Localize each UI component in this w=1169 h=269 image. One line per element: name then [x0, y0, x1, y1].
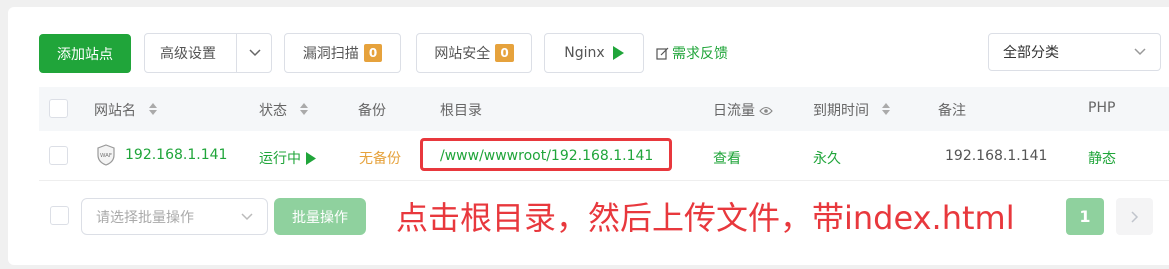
php-version-link[interactable]: 静态	[1088, 148, 1116, 168]
feedback-link[interactable]: 需求反馈	[656, 43, 728, 63]
column-header-backup: 备份	[358, 103, 386, 119]
batch-action-label: 批量操作	[292, 209, 348, 226]
vuln-scan-button[interactable]: 漏洞扫描 0	[284, 33, 401, 73]
table-header	[39, 87, 1169, 131]
waf-label: WAF	[100, 153, 112, 159]
add-site-label: 添加站点	[57, 46, 113, 63]
edit-icon	[656, 47, 669, 60]
batch-checkbox[interactable]	[50, 206, 69, 225]
status-toggle[interactable]: 运行中	[259, 148, 316, 168]
root-dir-link[interactable]: /www/wwwroot/192.168.1.141	[440, 148, 653, 164]
expire-link[interactable]: 永久	[813, 148, 841, 168]
chevron-down-icon	[241, 212, 253, 221]
category-select[interactable]: 全部分类	[988, 33, 1161, 71]
status-label: 运行中	[259, 151, 301, 167]
category-value: 全部分类	[1003, 45, 1059, 61]
waf-shield-icon: WAF	[96, 144, 116, 170]
add-site-button[interactable]: 添加站点	[39, 34, 131, 73]
next-page-button[interactable]	[1116, 198, 1153, 235]
column-header-label: 状态	[259, 103, 287, 119]
security-count-badge: 0	[495, 44, 514, 62]
column-header-traffic: 日流量	[713, 100, 774, 120]
feedback-label: 需求反馈	[672, 46, 728, 62]
annotation-text: 点击根目录，然后上传文件，带index.html	[396, 199, 1015, 237]
select-all-checkbox[interactable]	[49, 99, 68, 118]
traffic-view-link[interactable]: 查看	[713, 148, 741, 168]
column-header-label: 网站名	[94, 103, 136, 119]
sort-icon	[148, 102, 158, 120]
column-header-root: 根目录	[440, 103, 482, 119]
advanced-settings-label: 高级设置	[160, 46, 216, 62]
sort-icon	[881, 102, 891, 120]
column-header-label: 到期时间	[813, 103, 869, 119]
column-header-name[interactable]: 网站名	[94, 100, 158, 120]
chevron-down-icon	[1134, 48, 1146, 56]
batch-select-placeholder: 请选择批量操作	[96, 209, 194, 226]
page-number-current[interactable]: 1	[1066, 198, 1104, 235]
eye-icon[interactable]	[759, 106, 774, 116]
play-icon	[306, 151, 316, 165]
chevron-down-icon[interactable]	[237, 34, 272, 72]
sort-icon	[299, 102, 309, 120]
vuln-count-badge: 0	[363, 44, 383, 62]
site-name-link[interactable]: 192.168.1.141	[125, 147, 227, 163]
row-checkbox[interactable]	[49, 146, 68, 165]
advanced-settings-button[interactable]: 高级设置	[144, 33, 272, 73]
chevron-right-icon	[1130, 210, 1139, 223]
column-header-label: 日流量	[713, 103, 755, 119]
batch-action-button[interactable]: 批量操作	[274, 198, 366, 235]
remark-field[interactable]: 192.168.1.141	[945, 148, 1047, 164]
backup-link[interactable]: 无备份	[359, 148, 401, 168]
batch-select[interactable]: 请选择批量操作	[81, 198, 268, 235]
play-icon	[612, 46, 624, 60]
column-header-php: PHP	[1088, 100, 1116, 116]
vuln-scan-label: 漏洞扫描	[302, 46, 359, 62]
site-security-label: 网站安全	[434, 46, 491, 62]
column-header-expire[interactable]: 到期时间	[813, 100, 891, 120]
nginx-label: Nginx	[564, 45, 605, 61]
nginx-button[interactable]: Nginx	[544, 33, 644, 73]
column-header-remark: 备注	[938, 103, 966, 119]
site-security-button[interactable]: 网站安全 0	[416, 33, 532, 73]
column-header-status[interactable]: 状态	[259, 100, 309, 120]
